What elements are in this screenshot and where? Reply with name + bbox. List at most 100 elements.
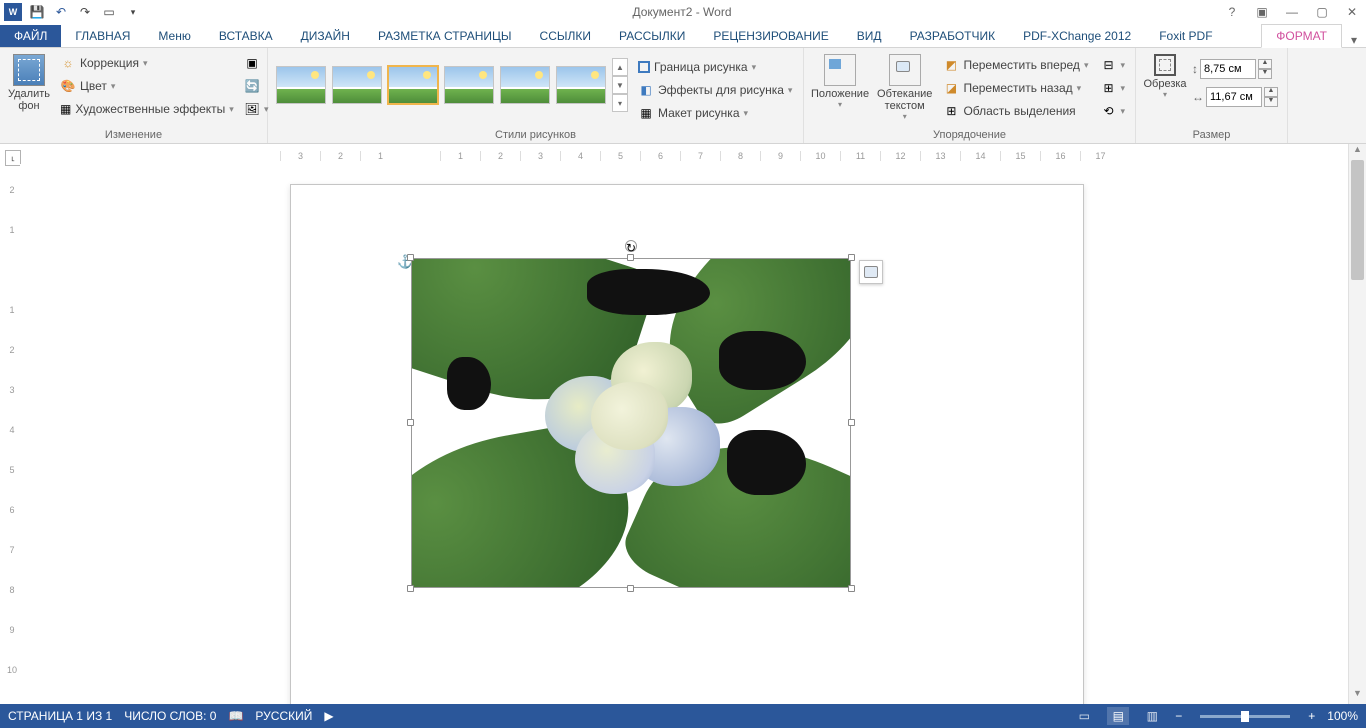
- group-label-size: Размер: [1142, 129, 1281, 143]
- style-thumb-4[interactable]: [444, 66, 494, 104]
- zoom-slider[interactable]: [1200, 715, 1290, 718]
- tab-developer[interactable]: РАЗРАБОТЧИК: [896, 25, 1010, 47]
- send-backward-button[interactable]: ◪ Переместить назад▾: [939, 77, 1092, 99]
- status-words[interactable]: ЧИСЛО СЛОВ: 0: [124, 709, 216, 723]
- style-thumb-5[interactable]: [500, 66, 550, 104]
- handle-tl[interactable]: [407, 254, 414, 261]
- crop-icon: [1154, 54, 1176, 76]
- gallery-down-icon[interactable]: ▼: [612, 76, 628, 94]
- view-print-icon[interactable]: ▤: [1107, 707, 1129, 725]
- tab-design[interactable]: ДИЗАЙН: [287, 25, 364, 47]
- help-icon[interactable]: ?: [1222, 2, 1242, 22]
- tab-view[interactable]: ВИД: [843, 25, 896, 47]
- width-input[interactable]: 11,67 см: [1206, 87, 1262, 107]
- change-pic-icon: 🔄: [244, 78, 260, 94]
- tab-home[interactable]: ГЛАВНАЯ: [61, 25, 144, 47]
- remove-background-button[interactable]: Удалить фон: [6, 52, 52, 114]
- style-thumb-6[interactable]: [556, 66, 606, 104]
- document-area[interactable]: ⚓ ↻: [20, 164, 1348, 704]
- tab-foxit[interactable]: Foxit PDF: [1145, 25, 1226, 47]
- zoom-thumb[interactable]: [1241, 711, 1249, 722]
- ruler-vertical[interactable]: 2112345678910: [4, 170, 20, 690]
- vertical-scrollbar[interactable]: ▲ ▼: [1348, 144, 1366, 704]
- handle-bl[interactable]: [407, 585, 414, 592]
- view-read-icon[interactable]: ▭: [1073, 707, 1095, 725]
- word-icon: W: [4, 3, 22, 21]
- selection-pane-button[interactable]: ⊞ Область выделения: [939, 100, 1092, 122]
- style-thumb-1[interactable]: [276, 66, 326, 104]
- tab-format[interactable]: ФОРМАТ: [1261, 24, 1342, 48]
- handle-l[interactable]: [407, 419, 414, 426]
- close-icon[interactable]: ✕: [1342, 2, 1362, 22]
- crop-button[interactable]: Обрезка▾: [1142, 52, 1188, 101]
- selection-pane-icon: ⊞: [943, 103, 959, 119]
- height-down-icon[interactable]: ▼: [1258, 69, 1272, 79]
- zoom-in-icon[interactable]: +: [1308, 709, 1315, 723]
- gallery-more-icon[interactable]: ▾: [612, 94, 628, 112]
- status-language[interactable]: РУССКИЙ: [255, 709, 312, 723]
- width-down-icon[interactable]: ▼: [1264, 97, 1278, 107]
- corrections-button[interactable]: ☼ Коррекция▾: [56, 52, 236, 74]
- status-page[interactable]: СТРАНИЦА 1 ИЗ 1: [8, 709, 112, 723]
- style-thumb-2[interactable]: [332, 66, 382, 104]
- group-label-edit: Изменение: [6, 129, 261, 143]
- ribbon-tabs: ФАЙЛ ГЛАВНАЯ Меню ВСТАВКА ДИЗАЙН РАЗМЕТК…: [0, 24, 1366, 48]
- scroll-up-icon[interactable]: ▲: [1349, 144, 1366, 160]
- tab-references[interactable]: ССЫЛКИ: [526, 25, 605, 47]
- status-macro-icon[interactable]: ▶: [324, 709, 333, 723]
- color-button[interactable]: 🎨 Цвет▾: [56, 75, 236, 97]
- picture-border-button[interactable]: Граница рисунка▾: [634, 56, 796, 78]
- handle-b[interactable]: [627, 585, 634, 592]
- width-up-icon[interactable]: ▲: [1264, 87, 1278, 97]
- handle-t[interactable]: [627, 254, 634, 261]
- tab-mailings[interactable]: РАССЫЛКИ: [605, 25, 699, 47]
- bring-forward-button[interactable]: ◩ Переместить вперед▾: [939, 54, 1092, 76]
- view-web-icon[interactable]: ▥: [1141, 707, 1163, 725]
- save-icon[interactable]: 💾: [28, 3, 46, 21]
- tab-review[interactable]: РЕЦЕНЗИРОВАНИЕ: [699, 25, 842, 47]
- tabs-overflow-icon[interactable]: ▾: [1342, 33, 1366, 47]
- new-doc-icon[interactable]: ▭: [100, 3, 118, 21]
- height-up-icon[interactable]: ▲: [1258, 59, 1272, 69]
- position-button[interactable]: Положение▾: [810, 52, 870, 111]
- zoom-value[interactable]: 100%: [1327, 709, 1358, 723]
- text-wrap-button[interactable]: Обтекание текстом▾: [874, 52, 935, 123]
- ruler-horizontal[interactable]: 3211234567891011121314151617: [280, 148, 1120, 164]
- picture-layout-button[interactable]: ▦ Макет рисунка▾: [634, 102, 796, 124]
- height-input[interactable]: 8,75 см: [1200, 59, 1256, 79]
- align-button[interactable]: ⊟▾: [1096, 54, 1129, 76]
- style-thumb-3[interactable]: [388, 66, 438, 104]
- tab-selector[interactable]: ˪: [5, 150, 21, 166]
- minimize-icon[interactable]: —: [1282, 2, 1302, 22]
- ribbon-options-icon[interactable]: ▣: [1252, 2, 1272, 22]
- handle-r[interactable]: [848, 419, 855, 426]
- maximize-icon[interactable]: ▢: [1312, 2, 1332, 22]
- tab-page-layout[interactable]: РАЗМЕТКА СТРАНИЦЫ: [364, 25, 526, 47]
- zoom-out-icon[interactable]: −: [1175, 709, 1182, 723]
- status-proofing-icon[interactable]: 📖: [228, 709, 243, 723]
- picture-effects-button[interactable]: ◧ Эффекты для рисунка▾: [634, 79, 796, 101]
- rotate-handle[interactable]: ↻: [625, 240, 637, 252]
- tab-pdfxchange[interactable]: PDF-XChange 2012: [1009, 25, 1145, 47]
- group-objects-button[interactable]: ⊞▾: [1096, 77, 1129, 99]
- scroll-thumb[interactable]: [1351, 160, 1364, 280]
- scroll-down-icon[interactable]: ▼: [1349, 688, 1366, 704]
- tab-insert[interactable]: ВСТАВКА: [205, 25, 287, 47]
- redo-icon[interactable]: ↷: [76, 3, 94, 21]
- rotate-button[interactable]: ⟲▾: [1096, 100, 1129, 122]
- tab-menu[interactable]: Меню: [144, 25, 204, 47]
- gallery-up-icon[interactable]: ▲: [612, 58, 628, 76]
- artistic-effects-button[interactable]: ▦ Художественные эффекты▾: [56, 98, 236, 120]
- page: ⚓ ↻: [290, 184, 1084, 704]
- send-back-icon: ◪: [943, 80, 959, 96]
- align-icon: ⊟: [1100, 57, 1116, 73]
- handle-br[interactable]: [848, 585, 855, 592]
- selected-picture[interactable]: ⚓ ↻: [411, 258, 851, 588]
- border-icon: [638, 61, 650, 73]
- tab-file[interactable]: ФАЙЛ: [0, 25, 61, 47]
- group-picture-styles: ▲ ▼ ▾ Граница рисунка▾ ◧ Эффекты для рис…: [268, 48, 804, 143]
- handle-tr[interactable]: [848, 254, 855, 261]
- undo-icon[interactable]: ↶: [52, 3, 70, 21]
- qat-more-icon[interactable]: ▾: [124, 3, 142, 21]
- layout-options-button[interactable]: [859, 260, 883, 284]
